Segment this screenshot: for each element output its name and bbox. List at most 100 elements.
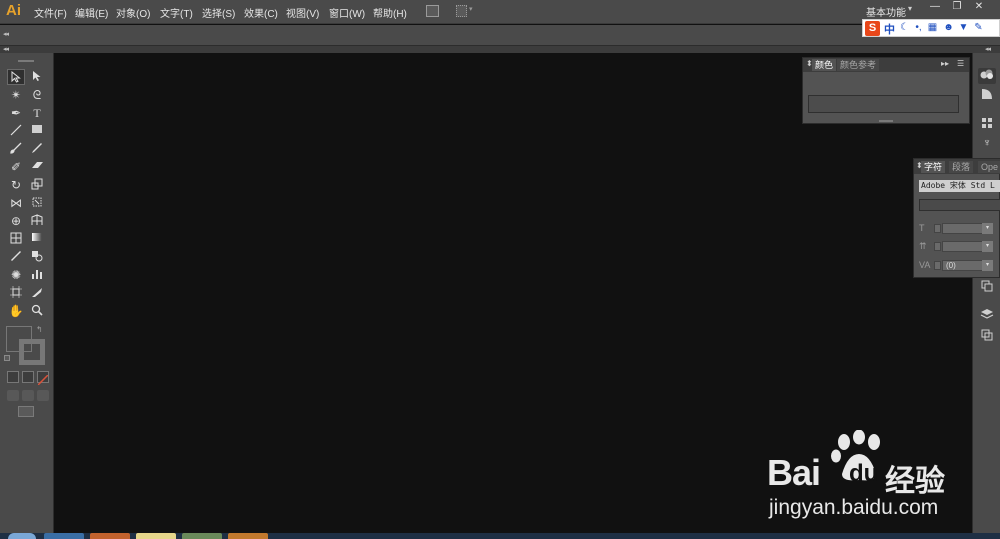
taskbar-app-2[interactable] (90, 533, 130, 539)
taskbar-app-5[interactable] (228, 533, 268, 539)
tracking-dropdown-icon[interactable]: ▾ (982, 260, 993, 271)
app-logo: Ai (6, 2, 21, 19)
user-icon[interactable]: ☻ (943, 22, 954, 34)
transparency-icon[interactable] (978, 280, 996, 296)
arrange-documents-caret-icon[interactable]: ▾ (469, 5, 473, 13)
sogou-logo-icon[interactable]: S (865, 21, 880, 36)
taskbar-app-1[interactable] (44, 533, 84, 539)
tab-color[interactable]: 颜色 (812, 59, 837, 71)
free-transform-tool-icon[interactable] (28, 195, 46, 211)
column-graph-tool-icon[interactable] (28, 267, 46, 283)
collapse-arrows-icon[interactable]: ◂◂ (3, 30, 9, 38)
slice-tool-icon[interactable] (28, 285, 46, 301)
symbol-sprayer-tool-icon[interactable]: ✺ (7, 267, 25, 283)
tab-opentype[interactable]: Ope (978, 161, 1000, 173)
panel-grip[interactable] (18, 60, 34, 62)
stroke-swatch[interactable] (19, 339, 45, 365)
skin-icon[interactable]: ▼ (958, 22, 969, 34)
layers-icon[interactable] (978, 308, 996, 324)
font-size-stepper[interactable] (934, 224, 941, 233)
paintbrush-tool-icon[interactable] (7, 141, 25, 157)
direct-selection-tool-icon[interactable] (28, 69, 46, 85)
zoom-tool-icon[interactable] (28, 303, 46, 319)
eraser-tool-icon[interactable] (28, 159, 46, 175)
start-button[interactable] (8, 533, 36, 539)
rectangle-tool-icon[interactable] (28, 123, 46, 139)
tracking-stepper[interactable] (934, 261, 941, 270)
collapse-panel-icon[interactable]: ▸▸ (941, 59, 949, 68)
shape-builder-tool-icon[interactable]: ⊕ (7, 213, 25, 229)
selection-tool-icon[interactable] (7, 69, 25, 85)
gradient-tool-icon[interactable] (28, 231, 46, 247)
font-size-dropdown-icon[interactable]: ▾ (982, 223, 993, 234)
width-tool-icon[interactable]: ⋈ (7, 195, 25, 211)
pen-tool-icon[interactable]: ✒ (7, 105, 25, 121)
restore-button[interactable]: ❐ (949, 2, 965, 13)
swap-fill-stroke-icon[interactable]: ↰ (36, 325, 43, 334)
taskbar-app-4[interactable] (182, 533, 222, 539)
scale-tool-icon[interactable] (28, 177, 46, 193)
moon-icon[interactable]: ☾ (899, 22, 910, 34)
menu-type[interactable]: 文字(T) (160, 5, 193, 20)
swatches-icon[interactable] (978, 117, 996, 133)
mesh-tool-icon[interactable] (7, 231, 25, 247)
line-segment-tool-icon[interactable] (7, 123, 25, 139)
panel-menu-icon[interactable]: ☰ (957, 59, 964, 68)
draw-behind-button[interactable] (22, 390, 34, 401)
taskbar-app-3[interactable] (136, 533, 176, 539)
default-fill-stroke-icon[interactable] (4, 355, 10, 361)
brushes-icon[interactable]: ♆ (978, 135, 996, 151)
eyedropper-tool-icon[interactable] (7, 249, 25, 265)
menu-edit[interactable]: 编辑(E) (75, 5, 108, 20)
tools-collapse-icon[interactable]: ◂◂ (3, 45, 9, 53)
draw-normal-button[interactable] (7, 390, 19, 401)
hand-tool-icon[interactable]: ✋ (7, 303, 25, 319)
artboards-icon[interactable] (978, 329, 996, 345)
type-tool-icon[interactable]: T (28, 105, 46, 121)
character-panel: ⬍ 字符 段落 Ope Adobe 宋体 Std L T ▾ ⇈ ▾ VA (0… (913, 158, 1000, 278)
punctuation-icon[interactable]: •, (913, 22, 924, 34)
screen-mode-button[interactable] (18, 406, 34, 417)
dock-collapse-icon[interactable]: ◂◂ (985, 45, 991, 53)
minimize-button[interactable]: — (927, 2, 943, 13)
color-mode-button[interactable] (7, 371, 19, 383)
none-mode-button[interactable] (37, 371, 49, 386)
lasso-tool-icon[interactable]: ᘓ (28, 87, 46, 103)
tab-character[interactable]: 字符 (921, 161, 946, 173)
font-style-field[interactable] (919, 199, 1000, 211)
menu-select[interactable]: 选择(S) (202, 5, 235, 20)
menu-window[interactable]: 窗口(W) (329, 5, 365, 20)
kerning-dropdown-icon[interactable]: ▾ (982, 241, 993, 252)
ime-mode-toggle[interactable]: 中 (884, 21, 895, 37)
menu-help[interactable]: 帮助(H) (373, 5, 407, 20)
workspace-caret-icon[interactable]: ▾ (908, 4, 912, 13)
menu-object[interactable]: 对象(O) (116, 5, 150, 20)
tab-color-guide[interactable]: 颜色参考 (837, 59, 880, 71)
color-panel-icon[interactable] (978, 68, 996, 84)
panel-resize-grip[interactable] (879, 120, 893, 122)
workspace-switcher[interactable]: 基本功能 (866, 4, 906, 19)
draw-inside-button[interactable] (37, 390, 49, 401)
blend-tool-icon[interactable] (28, 249, 46, 265)
artboard-tool-icon[interactable] (7, 285, 25, 301)
color-spectrum-bar[interactable] (808, 95, 959, 113)
color-guide-icon[interactable] (978, 88, 996, 104)
tab-paragraph[interactable]: 段落 (949, 161, 974, 173)
ime-toolbar[interactable]: S 中 ☾ •, ▦ ☻ ▼ ✎ (862, 19, 1000, 37)
magic-wand-tool-icon[interactable]: ✴ (7, 87, 25, 103)
blob-brush-tool-icon[interactable]: ✐ (7, 159, 25, 175)
keyboard-icon[interactable]: ▦ (927, 22, 938, 34)
gradient-mode-button[interactable] (22, 371, 34, 383)
menu-view[interactable]: 视图(V) (286, 5, 319, 20)
font-family-field[interactable]: Adobe 宋体 Std L (919, 180, 1000, 192)
bridge-icon[interactable] (426, 5, 439, 17)
kerning-stepper[interactable] (934, 242, 941, 251)
menu-effect[interactable]: 效果(C) (244, 5, 278, 20)
pencil-tool-icon[interactable] (28, 141, 46, 157)
menu-file[interactable]: 文件(F) (34, 5, 67, 20)
perspective-grid-tool-icon[interactable] (28, 213, 46, 229)
close-button[interactable]: ✕ (971, 2, 987, 13)
rotate-tool-icon[interactable]: ↻ (7, 177, 25, 193)
arrange-documents-icon[interactable] (456, 5, 467, 17)
wrench-icon[interactable]: ✎ (973, 22, 984, 34)
